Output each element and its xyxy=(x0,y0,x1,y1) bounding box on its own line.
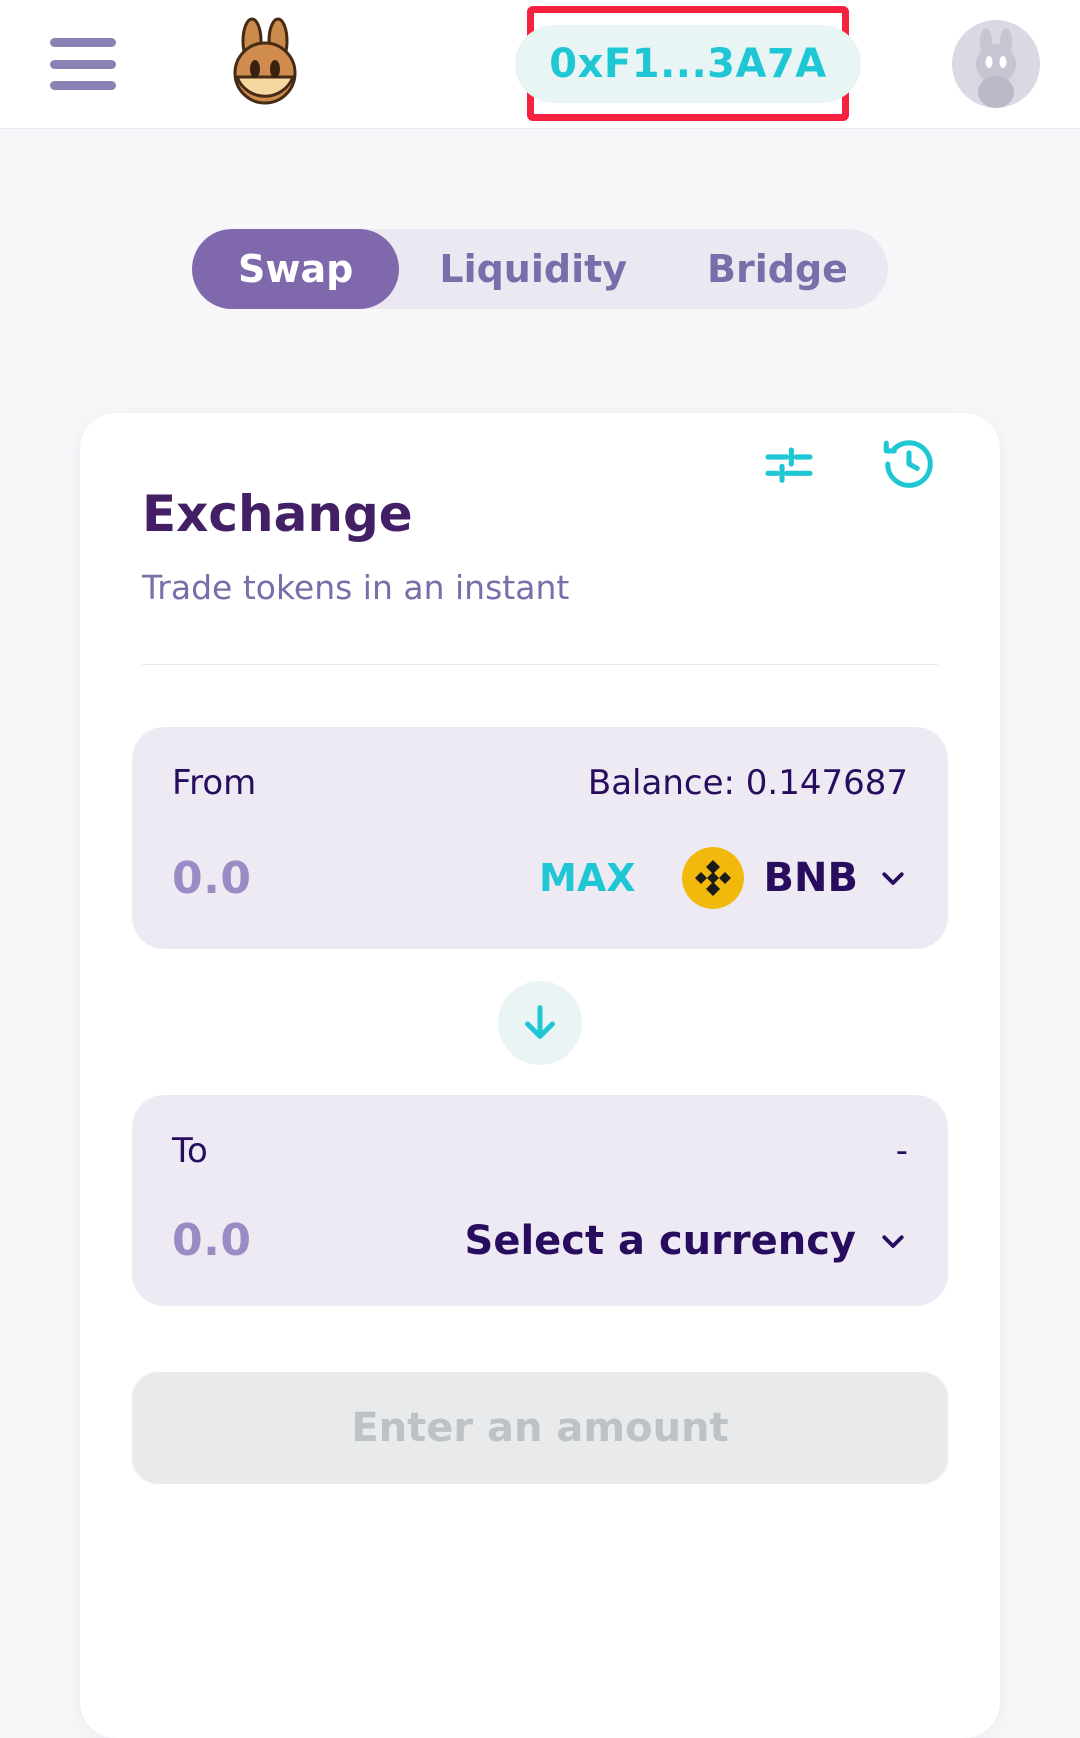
to-panel-input-row: 0.0 Select a currency xyxy=(172,1215,908,1266)
from-panel-actions: MAX xyxy=(539,847,908,909)
hamburger-menu-icon[interactable] xyxy=(50,38,116,90)
from-panel-input-row: 0.0 MAX xyxy=(172,847,908,909)
to-amount-input[interactable]: 0.0 xyxy=(172,1215,251,1266)
swap-direction-container xyxy=(132,949,948,1095)
bnb-token-icon xyxy=(682,847,744,909)
settings-sliders-icon[interactable] xyxy=(760,435,818,493)
page-subtitle: Trade tokens in an instant xyxy=(142,570,938,606)
tab-bridge[interactable]: Bridge xyxy=(667,229,888,309)
to-panel-top-row: To - xyxy=(172,1131,908,1171)
tab-liquidity[interactable]: Liquidity xyxy=(399,229,667,309)
cta-container: Enter an amount xyxy=(80,1306,1000,1484)
arrow-down-icon xyxy=(517,1000,563,1046)
wallet-address-highlight-box: 0xF1...3A7A xyxy=(527,6,849,121)
max-button[interactable]: MAX xyxy=(539,856,636,900)
exchange-card-container: Exchange Trade tokens in an instant xyxy=(0,309,1080,1738)
hamburger-bar xyxy=(50,81,116,90)
enter-amount-button[interactable]: Enter an amount xyxy=(132,1372,948,1484)
nav-tabs: Swap Liquidity Bridge xyxy=(192,229,888,309)
nav-tabs-container: Swap Liquidity Bridge xyxy=(0,129,1080,309)
bunny-logo-svg xyxy=(216,15,314,113)
app-header: 0xF1...3A7A xyxy=(0,0,1080,129)
from-amount-input[interactable]: 0.0 xyxy=(172,853,251,904)
to-panel: To - 0.0 Select a currency xyxy=(132,1095,948,1306)
from-panel-top-row: From Balance: 0.147687 xyxy=(172,763,908,803)
exchange-card-header: Exchange Trade tokens in an instant xyxy=(80,413,1000,665)
pancakeswap-app: 0xF1...3A7A Swap Liquidity Bridge Exch xyxy=(0,0,1080,1738)
hamburger-bar xyxy=(50,38,116,47)
tab-swap[interactable]: Swap xyxy=(192,229,399,309)
from-balance: Balance: 0.147687 xyxy=(588,763,908,803)
user-avatar[interactable] xyxy=(952,20,1040,108)
chevron-down-icon xyxy=(878,1226,908,1256)
bunny-avatar-icon xyxy=(952,20,1040,108)
chevron-down-icon xyxy=(878,863,908,893)
swap-direction-button[interactable] xyxy=(498,981,582,1065)
swap-form: From Balance: 0.147687 0.0 MAX xyxy=(80,665,1000,1306)
wallet-address-button[interactable]: 0xF1...3A7A xyxy=(515,25,860,103)
exchange-card: Exchange Trade tokens in an instant xyxy=(80,413,1000,1738)
to-balance: - xyxy=(896,1131,908,1171)
page-title: Exchange xyxy=(142,487,938,542)
hamburger-bar xyxy=(50,60,116,69)
select-currency-label: Select a currency xyxy=(465,1218,856,1264)
from-token-selector[interactable]: BNB xyxy=(682,847,908,909)
history-clock-icon[interactable] xyxy=(880,435,938,493)
card-divider xyxy=(142,664,938,665)
history-clock-glyph xyxy=(880,435,938,493)
from-token-symbol: BNB xyxy=(764,855,858,901)
to-label: To xyxy=(172,1131,208,1171)
to-token-selector[interactable]: Select a currency xyxy=(465,1218,908,1264)
from-panel: From Balance: 0.147687 0.0 MAX xyxy=(132,727,948,949)
from-label: From xyxy=(172,763,256,803)
settings-sliders-glyph xyxy=(761,436,817,492)
card-header-actions xyxy=(760,435,938,493)
pancakeswap-bunny-logo[interactable] xyxy=(216,15,314,113)
